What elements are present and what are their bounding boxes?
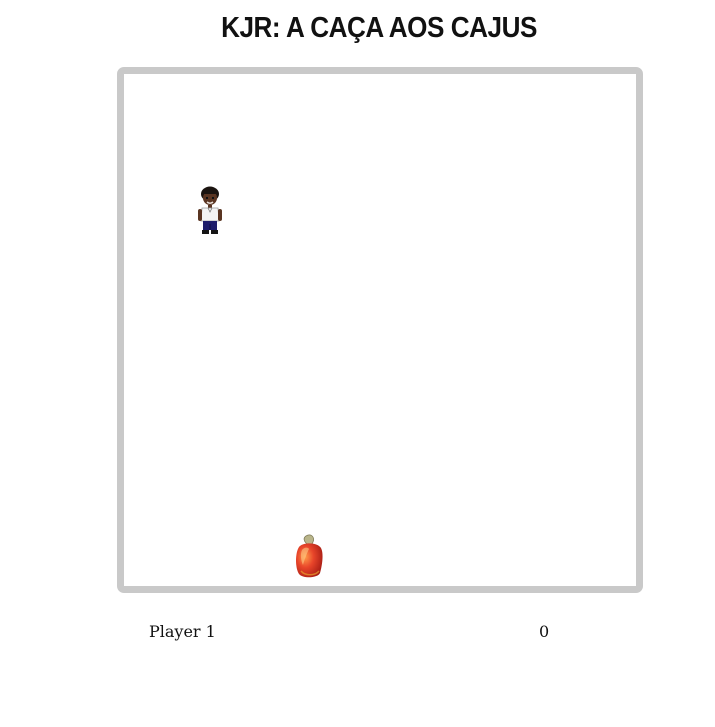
score-value: 0 (539, 622, 550, 641)
player-character (198, 186, 222, 234)
cashew-fruit (296, 534, 323, 578)
player-name-label: Player 1 (149, 622, 216, 641)
game-board[interactable] (117, 67, 643, 593)
game-title: KJR: A CAÇA AOS CAJUS (221, 12, 537, 44)
